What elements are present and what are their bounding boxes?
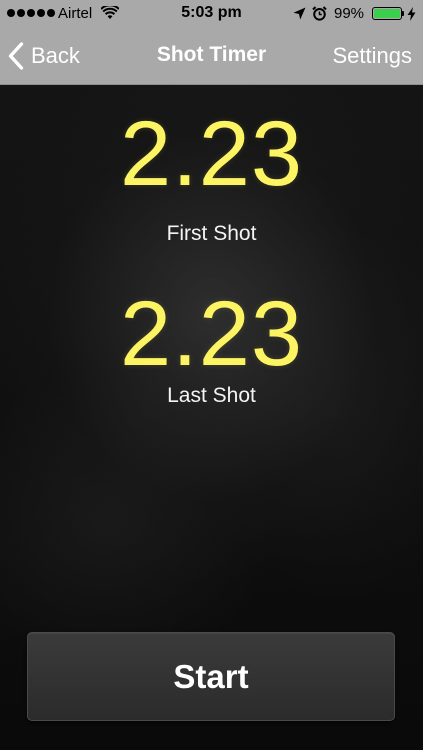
charging-bolt-icon [407,7,416,21]
battery-percent: 99% [334,5,365,22]
first-shot-time: 2.23 [119,103,304,205]
back-label: Back [31,43,80,68]
chevron-left-icon [8,42,24,70]
last-shot-time: 2.23 [119,283,304,385]
start-button[interactable]: Start [27,632,395,721]
location-arrow-icon [293,7,306,20]
first-shot-block: 2.23 First Shot [0,108,423,246]
battery-cap [402,11,404,16]
battery-level [374,9,400,18]
back-button[interactable]: Back [8,38,80,74]
status-bar: Airtel 5:03 pm 99% [0,0,423,28]
navigation-bar: Back Shot Timer Settings [0,28,423,85]
first-shot-label: First Shot [166,222,257,245]
battery-icon [372,7,402,20]
alarm-clock-icon [312,6,327,21]
last-shot-block: 2.23 Last Shot [0,288,423,408]
shot-timer-screen: Airtel 5:03 pm 99% Back Shot Timer Setti… [0,0,423,750]
settings-button[interactable]: Settings [333,43,413,69]
last-shot-label: Last Shot [167,384,256,407]
